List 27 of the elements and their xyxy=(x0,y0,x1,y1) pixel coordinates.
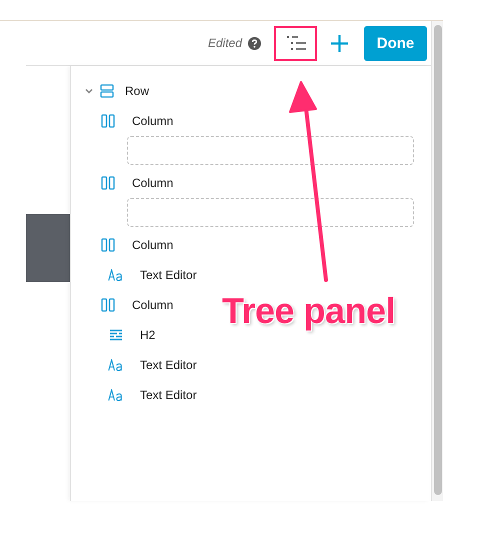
tree-item[interactable]: Text Editor xyxy=(140,388,197,402)
edited-status: Edited xyxy=(208,36,242,50)
tree-item[interactable]: Column xyxy=(132,114,174,128)
font-icon xyxy=(108,359,124,371)
tree-item[interactable]: Row xyxy=(125,84,150,98)
tree-item[interactable]: Column xyxy=(132,238,174,252)
column-icon xyxy=(101,238,115,252)
help-icon[interactable] xyxy=(248,36,261,50)
tree-item[interactable]: Column xyxy=(132,298,174,312)
tree-item[interactable]: Text Editor xyxy=(140,268,197,282)
heading-icon xyxy=(109,329,123,341)
font-icon xyxy=(108,269,124,281)
tree-view-button[interactable] xyxy=(274,26,317,60)
tree-item[interactable]: Text Editor xyxy=(140,358,197,372)
tree-item[interactable]: Column xyxy=(132,176,174,190)
annotation-label: Tree panel xyxy=(222,290,396,332)
list-icon xyxy=(284,35,306,51)
add-icon[interactable] xyxy=(330,34,349,52)
row-icon xyxy=(100,84,114,98)
tree-item[interactable]: H2 xyxy=(140,328,156,342)
scrollbar-thumb[interactable] xyxy=(434,25,442,495)
column-icon xyxy=(101,298,115,312)
column-icon xyxy=(101,176,115,190)
content-block xyxy=(26,214,70,282)
font-icon xyxy=(108,389,124,401)
column-icon xyxy=(101,114,115,128)
chevron-down-icon[interactable] xyxy=(84,87,94,95)
